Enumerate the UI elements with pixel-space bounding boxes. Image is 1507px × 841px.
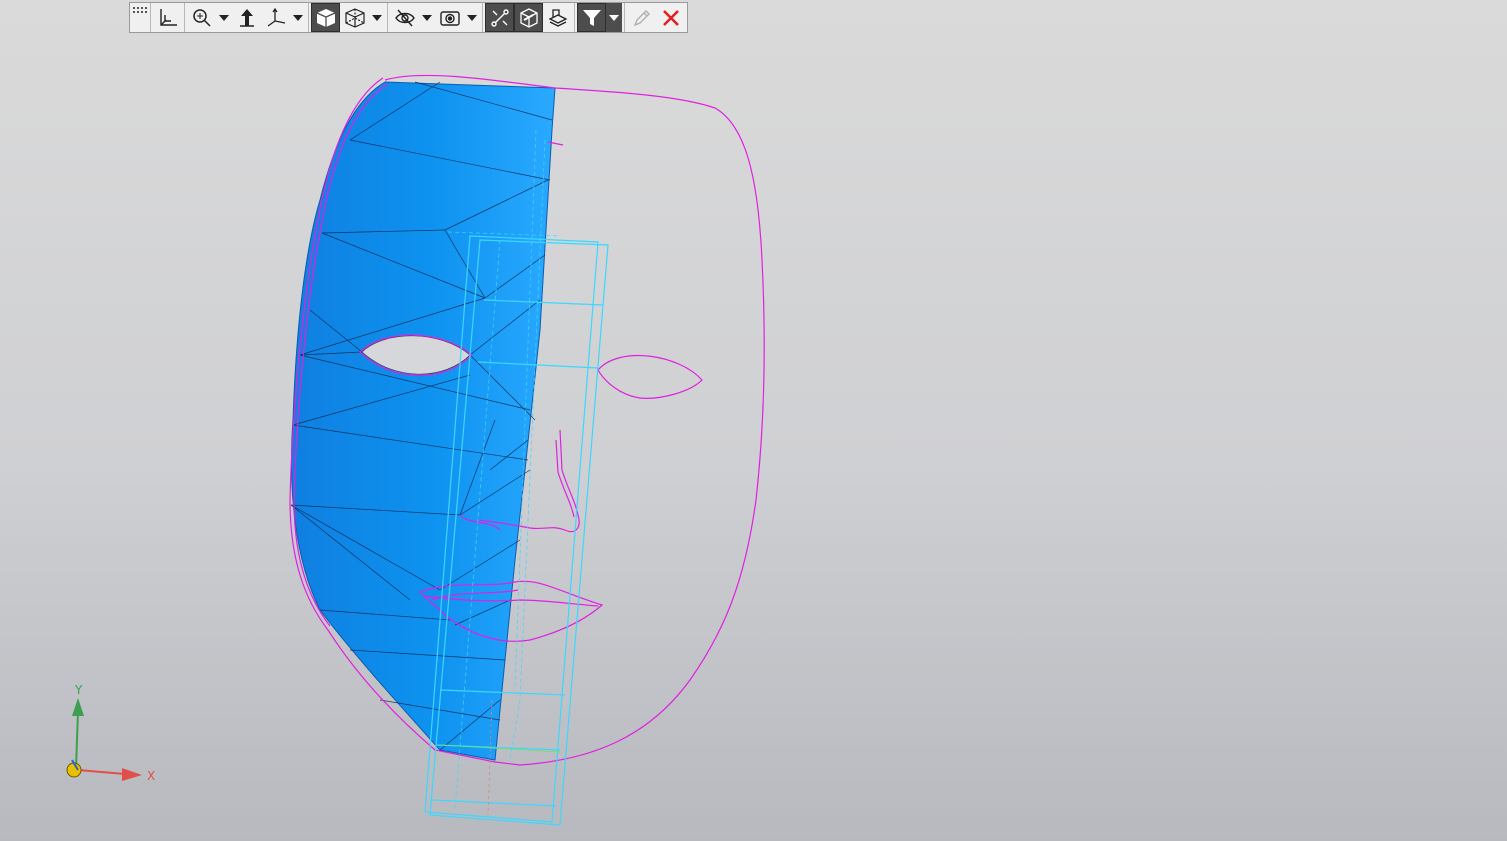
magnifier-icon (192, 8, 211, 27)
filter-button[interactable] (577, 3, 606, 32)
coordinate-dropdown[interactable] (290, 3, 306, 32)
chevron-down-icon (467, 14, 477, 21)
shaded-cube-icon (316, 8, 335, 27)
section-view-button[interactable] (514, 3, 543, 32)
camera-eye-icon (439, 10, 460, 26)
toolbar-group-view (151, 3, 185, 32)
y-axis-label: Y (75, 683, 83, 697)
toolbar-group-tools (483, 3, 575, 32)
coordinate-system-button[interactable] (261, 3, 290, 32)
layers-button[interactable] (543, 3, 572, 32)
toolbar-group-edit (625, 3, 687, 32)
normal-to-button[interactable] (153, 3, 182, 32)
constraint-icon (490, 8, 509, 27)
wireframe-cube-icon (344, 7, 365, 28)
axes-icon (267, 7, 285, 27)
zoom-button[interactable] (187, 3, 216, 32)
visibility-dropdown[interactable] (464, 3, 480, 32)
hide-button[interactable] (390, 3, 419, 32)
chevron-down-icon (609, 14, 619, 21)
toolbar-grip[interactable] (130, 3, 151, 32)
layers-icon (548, 8, 567, 27)
chevron-down-icon (372, 14, 382, 21)
x-axis-label: X (147, 769, 156, 783)
pencil-button[interactable] (627, 3, 656, 32)
hide-dropdown[interactable] (419, 3, 435, 32)
pencil-icon (633, 9, 650, 26)
orientation-icon (239, 8, 254, 27)
toolbar-group-zoom (185, 3, 309, 32)
chevron-down-icon (293, 14, 303, 21)
eye-crossed-icon (394, 9, 415, 26)
visibility-button[interactable] (435, 3, 464, 32)
view-toolbar (129, 2, 688, 33)
orientation-button[interactable] (232, 3, 261, 32)
grip-dots-icon (133, 7, 147, 13)
toolbar-group-visibility (388, 3, 483, 32)
close-icon (662, 9, 679, 26)
toolbar-group-display (309, 3, 388, 32)
model-viewport[interactable] (0, 0, 1507, 841)
show-constraints-button[interactable] (485, 3, 514, 32)
filter-dropdown[interactable] (606, 3, 622, 32)
close-button[interactable] (656, 3, 685, 32)
wireframe-display-button[interactable] (340, 3, 369, 32)
shaded-display-button[interactable] (311, 3, 340, 32)
display-dropdown[interactable] (369, 3, 385, 32)
coordinate-triad (66, 698, 142, 781)
normal-to-icon (159, 8, 177, 26)
toolbar-group-filter (575, 3, 625, 32)
chevron-down-icon (219, 14, 229, 21)
zoom-dropdown[interactable] (216, 3, 232, 32)
section-view-icon (519, 7, 538, 28)
chevron-down-icon (422, 14, 432, 21)
filter-icon (582, 9, 601, 26)
